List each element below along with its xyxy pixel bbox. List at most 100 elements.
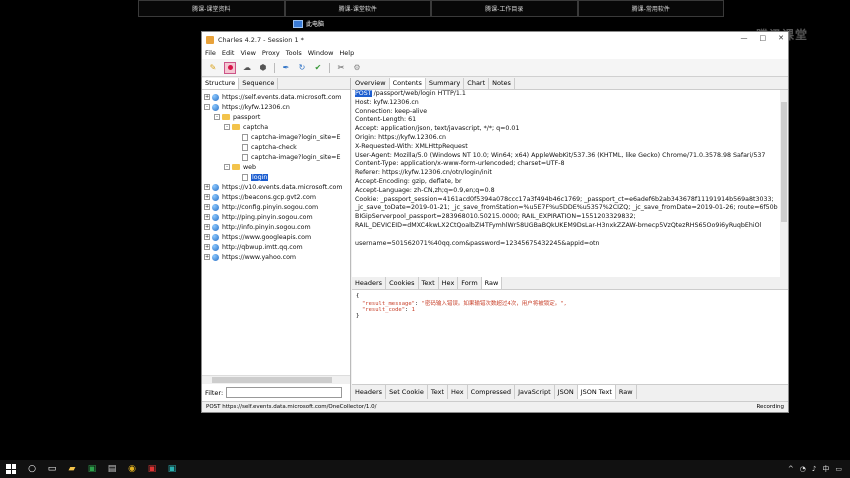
- tab-req-raw[interactable]: Raw: [481, 277, 503, 289]
- expand-icon[interactable]: +: [204, 94, 210, 100]
- menu-view[interactable]: View: [240, 49, 255, 57]
- tab-sequence[interactable]: Sequence: [239, 78, 279, 89]
- tree-node[interactable]: + http://config.pinyin.sogou.com: [202, 202, 350, 212]
- request-headers: Host: kyfw.12306.cn Connection: keep-aliv…: [352, 99, 788, 231]
- tree-node[interactable]: + https://beacons.gcp.gvt2.com: [202, 192, 350, 202]
- desktop-this-pc[interactable]: 此电脑: [293, 19, 324, 28]
- tab-resp-json[interactable]: JSON: [555, 385, 578, 399]
- tab-chart[interactable]: Chart: [464, 78, 490, 89]
- tree-node[interactable]: + http://info.pinyin.sogou.com: [202, 222, 350, 232]
- chrome-icon[interactable]: ◉: [126, 463, 138, 475]
- tab-req-form[interactable]: Form: [458, 277, 482, 289]
- expand-icon[interactable]: +: [204, 224, 210, 230]
- input-language[interactable]: 中: [822, 464, 829, 474]
- menu-tools[interactable]: Tools: [286, 49, 302, 57]
- tab-req-cookies[interactable]: Cookies: [386, 277, 419, 289]
- tray-arrow-icon[interactable]: ^: [788, 465, 794, 473]
- breakpoint-icon[interactable]: ⬢: [258, 63, 268, 73]
- tab-req-hex[interactable]: Hex: [439, 277, 459, 289]
- tree-node[interactable]: login: [202, 172, 350, 182]
- expand-icon[interactable]: +: [204, 184, 210, 190]
- folder-icon: [232, 124, 240, 130]
- tab-contents[interactable]: Contents: [389, 78, 426, 89]
- tree-node[interactable]: + https://v10.events.data.microsoft.com: [202, 182, 350, 192]
- tree-node[interactable]: captcha-check: [202, 142, 350, 152]
- tree-node[interactable]: - web: [202, 162, 350, 172]
- tree-node[interactable]: + https://self.events.data.microsoft.com: [202, 92, 350, 102]
- app-icon[interactable]: ▣: [146, 463, 158, 475]
- menu-edit[interactable]: Edit: [222, 49, 235, 57]
- checkmark-icon[interactable]: ✔: [313, 63, 323, 73]
- tools-icon[interactable]: ✂: [336, 63, 346, 73]
- charles-taskbar-icon[interactable]: ▣: [166, 463, 178, 475]
- expand-icon[interactable]: +: [204, 244, 210, 250]
- request-vertical-scrollbar[interactable]: [780, 90, 788, 277]
- menu-file[interactable]: File: [205, 49, 216, 57]
- tab-resp-set-cookie[interactable]: Set Cookie: [386, 385, 428, 399]
- expand-icon[interactable]: +: [204, 254, 210, 260]
- tree-node-label: login: [251, 173, 269, 181]
- settings-icon[interactable]: ⚙: [352, 63, 362, 73]
- record-icon[interactable]: [224, 61, 236, 74]
- notification-icon[interactable]: ▭: [835, 465, 842, 473]
- tree-horizontal-scrollbar[interactable]: [202, 375, 350, 384]
- tab-resp-text[interactable]: Text: [428, 385, 449, 399]
- folder-tab-common[interactable]: 腾课-常用软件: [577, 0, 724, 17]
- tab-notes[interactable]: Notes: [489, 78, 515, 89]
- expand-icon[interactable]: +: [204, 194, 210, 200]
- menu-help[interactable]: Help: [339, 49, 354, 57]
- tree-node[interactable]: + https://www.googleapis.com: [202, 232, 350, 242]
- folder-tab-software[interactable]: 腾课-课堂软件: [284, 0, 431, 17]
- cortana-icon[interactable]: ○: [26, 463, 38, 475]
- tab-structure[interactable]: Structure: [202, 78, 240, 89]
- tree-node[interactable]: + http://ping.pinyin.sogou.com: [202, 212, 350, 222]
- network-icon[interactable]: ◔: [800, 465, 806, 473]
- collapse-icon[interactable]: -: [204, 104, 210, 110]
- windows-start-icon[interactable]: [6, 464, 16, 474]
- tree-node[interactable]: - captcha: [202, 122, 350, 132]
- menu-proxy[interactable]: Proxy: [262, 49, 280, 57]
- collapse-icon[interactable]: -: [224, 124, 230, 130]
- tree-node[interactable]: + https://www.yahoo.com: [202, 252, 350, 262]
- tree-node[interactable]: captcha-image?login_site=E: [202, 132, 350, 142]
- maximize-button[interactable]: □: [760, 34, 767, 42]
- charles-app-icon: [206, 35, 214, 44]
- collapse-icon[interactable]: -: [214, 114, 220, 120]
- recording-status: Recording: [756, 404, 784, 410]
- tree-node-label: http://qbwup.imtt.qq.com: [222, 243, 303, 251]
- tree-node[interactable]: - passport: [202, 112, 350, 122]
- minimize-button[interactable]: —: [741, 34, 748, 42]
- excel-icon[interactable]: ▣: [86, 463, 98, 475]
- tree-node[interactable]: - https://kyfw.12306.cn: [202, 102, 350, 112]
- tab-overview[interactable]: Overview: [352, 78, 390, 89]
- tree-node-label: https://www.googleapis.com: [222, 233, 312, 241]
- tab-resp-hex[interactable]: Hex: [448, 385, 468, 399]
- broom-icon[interactable]: ✎: [208, 63, 218, 73]
- folder-tab-materials[interactable]: 腾课-课堂资料: [138, 0, 285, 17]
- tab-summary[interactable]: Summary: [426, 78, 465, 89]
- expand-icon[interactable]: +: [204, 204, 210, 210]
- tree-node[interactable]: + http://qbwup.imtt.qq.com: [202, 242, 350, 252]
- tab-req-headers[interactable]: Headers: [352, 277, 387, 289]
- tab-resp-javascript[interactable]: JavaScript: [515, 385, 555, 399]
- close-button[interactable]: ✕: [778, 34, 784, 42]
- tab-req-text[interactable]: Text: [419, 277, 439, 289]
- expand-icon[interactable]: +: [204, 214, 210, 220]
- notepad-icon[interactable]: ▤: [106, 463, 118, 475]
- throttle-icon[interactable]: ☁: [242, 63, 252, 73]
- tab-resp-headers[interactable]: Headers: [352, 385, 387, 399]
- pen-icon[interactable]: ✒: [281, 63, 291, 73]
- expand-icon[interactable]: +: [204, 234, 210, 240]
- collapse-icon[interactable]: -: [224, 164, 230, 170]
- tab-resp-compressed[interactable]: Compressed: [468, 385, 516, 399]
- volume-icon[interactable]: ♪: [812, 465, 816, 473]
- filter-input[interactable]: [226, 387, 343, 398]
- tab-resp-raw[interactable]: Raw: [616, 385, 637, 399]
- tab-resp-json-text[interactable]: JSON Text: [577, 385, 616, 399]
- menu-window[interactable]: Window: [308, 49, 334, 57]
- file-explorer-icon[interactable]: ▰: [66, 463, 78, 475]
- task-view-icon[interactable]: ▭: [46, 463, 58, 475]
- tree-node[interactable]: captcha-image?login_site=E: [202, 152, 350, 162]
- refresh-icon[interactable]: ↻: [297, 63, 307, 73]
- folder-tab-workdir[interactable]: 腾课-工作目录: [431, 0, 578, 17]
